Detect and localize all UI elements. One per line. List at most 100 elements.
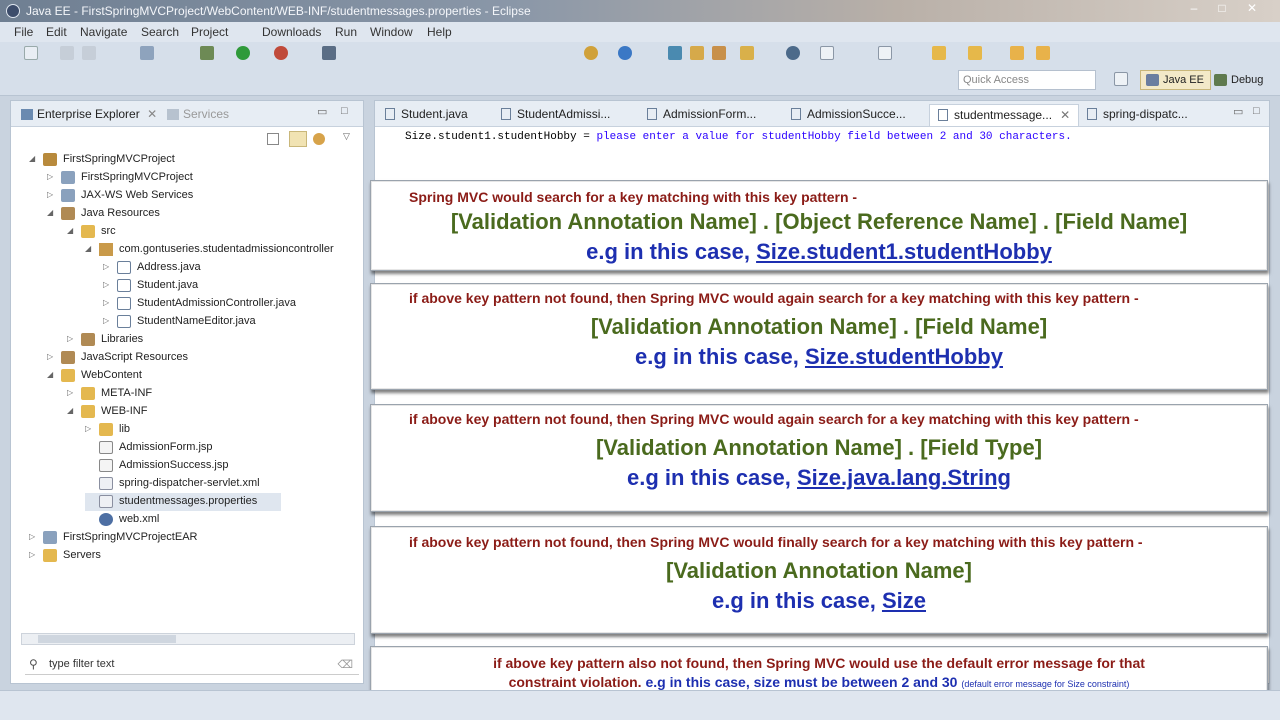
tree-item[interactable]: ▷ FirstSpringMVCProject — [47, 169, 359, 187]
tab-student-admission[interactable]: StudentAdmissi... — [501, 107, 610, 121]
tree-item-selected[interactable]: studentmessages.properties — [85, 493, 281, 511]
close-view-icon[interactable]: ✕ — [147, 107, 157, 121]
expanded-arrow-icon[interactable]: ◢ — [67, 226, 77, 235]
maximize-button[interactable]: □ — [1208, 0, 1236, 18]
clear-filter-icon[interactable]: ⌫ — [337, 658, 353, 671]
tab-admission-success[interactable]: AdmissionSucce... — [791, 107, 906, 121]
minimize-view-icon[interactable]: ▭ — [317, 105, 327, 118]
collapsed-arrow-icon[interactable]: ▷ — [67, 388, 77, 397]
tab-studentmessages-properties[interactable]: studentmessage... ✕ — [929, 104, 1080, 126]
tree-item[interactable]: ▷ FirstSpringMVCProjectEAR — [29, 529, 359, 547]
collapsed-arrow-icon[interactable]: ▷ — [47, 172, 57, 181]
menu-downloads[interactable]: Downloads — [262, 25, 321, 39]
menu-run[interactable]: Run — [335, 25, 357, 39]
tree-item[interactable]: ▷ Address.java — [103, 259, 359, 277]
view-menu-icon[interactable]: ▽ — [343, 131, 350, 142]
collapsed-arrow-icon[interactable]: ▷ — [85, 424, 95, 433]
expanded-arrow-icon[interactable]: ◢ — [47, 370, 57, 379]
document-icon[interactable] — [820, 46, 834, 60]
filter-input[interactable]: ⚲ type filter text ⌫ — [25, 655, 359, 675]
collapsed-arrow-icon[interactable]: ▷ — [103, 316, 113, 325]
tree-item[interactable]: AdmissionForm.jsp — [85, 439, 359, 457]
save-all-icon[interactable] — [82, 46, 96, 60]
collapsed-arrow-icon[interactable]: ▷ — [47, 190, 57, 199]
globe-icon[interactable] — [786, 46, 800, 60]
tree-item[interactable]: AdmissionSuccess.jsp — [85, 457, 359, 475]
tree-item[interactable]: ◢ WebContent — [47, 367, 359, 385]
collapsed-arrow-icon[interactable]: ▷ — [103, 262, 113, 271]
tree-item[interactable]: ▷ lib — [85, 421, 359, 439]
minimize-button[interactable]: – — [1180, 0, 1208, 18]
save-icon[interactable] — [60, 46, 74, 60]
expanded-arrow-icon[interactable]: ◢ — [29, 154, 39, 163]
tree-item[interactable]: ▷ StudentNameEditor.java — [103, 313, 359, 331]
collapsed-arrow-icon[interactable]: ▷ — [47, 352, 57, 361]
close-tab-icon[interactable]: ✕ — [1060, 108, 1070, 122]
tree-item[interactable]: web.xml — [85, 511, 359, 529]
collapsed-arrow-icon[interactable]: ▷ — [103, 280, 113, 289]
quick-access-input[interactable]: Quick Access — [958, 70, 1096, 90]
close-button[interactable]: ✕ — [1238, 0, 1266, 18]
collapsed-arrow-icon[interactable]: ▷ — [103, 298, 113, 307]
tree-item[interactable]: ▷ Student.java — [103, 277, 359, 295]
scrollbar-thumb[interactable] — [38, 635, 176, 643]
horizontal-scrollbar[interactable] — [21, 633, 355, 645]
tree-item[interactable]: spring-dispatcher-servlet.xml — [85, 475, 359, 493]
filter-icon[interactable] — [313, 133, 325, 145]
collapse-all-icon[interactable] — [267, 133, 279, 145]
maximize-view-icon[interactable]: □ — [341, 105, 348, 117]
collapsed-arrow-icon[interactable]: ▷ — [29, 532, 39, 541]
tab-admission-form[interactable]: AdmissionForm... — [647, 107, 756, 121]
tree-item[interactable]: ◢ WEB-INF — [67, 403, 359, 421]
perspective-java-ee[interactable]: Java EE — [1140, 70, 1211, 90]
tab-services[interactable]: Services — [167, 107, 229, 121]
perspective-debug[interactable]: Debug — [1208, 70, 1270, 90]
expanded-arrow-icon[interactable]: ◢ — [85, 244, 95, 253]
code-line[interactable]: Size.student1.studentHobby = please ente… — [405, 131, 1072, 143]
new-icon[interactable] — [24, 46, 38, 60]
menu-file[interactable]: File — [14, 25, 33, 39]
tree-item[interactable]: ▷ JavaScript Resources — [47, 349, 359, 367]
tree-item[interactable]: ◢ src — [67, 223, 359, 241]
menu-help[interactable]: Help — [427, 25, 452, 39]
minimize-editor-icon[interactable]: ▭ — [1233, 105, 1243, 118]
wand-icon[interactable] — [740, 46, 754, 60]
expanded-arrow-icon[interactable]: ◢ — [47, 208, 57, 217]
tree-item[interactable]: ▷ Servers — [29, 547, 359, 565]
run-icon[interactable] — [236, 46, 250, 60]
skip-breakpoints-icon[interactable] — [322, 46, 336, 60]
expanded-arrow-icon[interactable]: ◢ — [67, 406, 77, 415]
open-folder-icon[interactable] — [690, 46, 704, 60]
tab-spring-dispatcher[interactable]: spring-dispatc... — [1087, 107, 1188, 121]
collapsed-arrow-icon[interactable]: ▷ — [67, 334, 77, 343]
menu-edit[interactable]: Edit — [46, 25, 67, 39]
tree-item[interactable]: ▷ Libraries — [67, 331, 359, 349]
menu-search[interactable]: Search — [141, 25, 179, 39]
tree-item[interactable]: ◢ FirstSpringMVCProject — [29, 151, 359, 169]
annotation-icon[interactable] — [878, 46, 892, 60]
back-icon[interactable] — [1010, 46, 1024, 60]
collapsed-arrow-icon[interactable]: ▷ — [29, 550, 39, 559]
next-annotation-icon[interactable] — [968, 46, 982, 60]
tree-item[interactable]: ▷ StudentAdmissionController.java — [103, 295, 359, 313]
menu-navigate[interactable]: Navigate — [80, 25, 127, 39]
link-with-editor-icon[interactable] — [289, 131, 307, 147]
package-icon[interactable] — [712, 46, 726, 60]
debug-icon[interactable] — [200, 46, 214, 60]
refresh-icon[interactable] — [668, 46, 682, 60]
tree-item[interactable]: ◢ com.gontuseries.studentadmissioncontrol… — [85, 241, 359, 259]
menu-project[interactable]: Project — [191, 25, 228, 39]
menu-window[interactable]: Window — [370, 25, 413, 39]
tree-item[interactable]: ▷ JAX-WS Web Services — [47, 187, 359, 205]
open-type-icon[interactable] — [618, 46, 632, 60]
build-icon[interactable] — [140, 46, 154, 60]
new-server-icon[interactable] — [584, 46, 598, 60]
tree-item[interactable]: ▷ META-INF — [67, 385, 359, 403]
pin-icon[interactable] — [932, 46, 946, 60]
maximize-editor-icon[interactable]: □ — [1253, 105, 1260, 117]
open-perspective-icon[interactable] — [1114, 72, 1128, 86]
tab-student-java[interactable]: Student.java — [385, 107, 468, 121]
forward-icon[interactable] — [1036, 46, 1050, 60]
tab-enterprise-explorer[interactable]: Enterprise Explorer ✕ — [21, 107, 157, 121]
external-tools-icon[interactable] — [274, 46, 288, 60]
